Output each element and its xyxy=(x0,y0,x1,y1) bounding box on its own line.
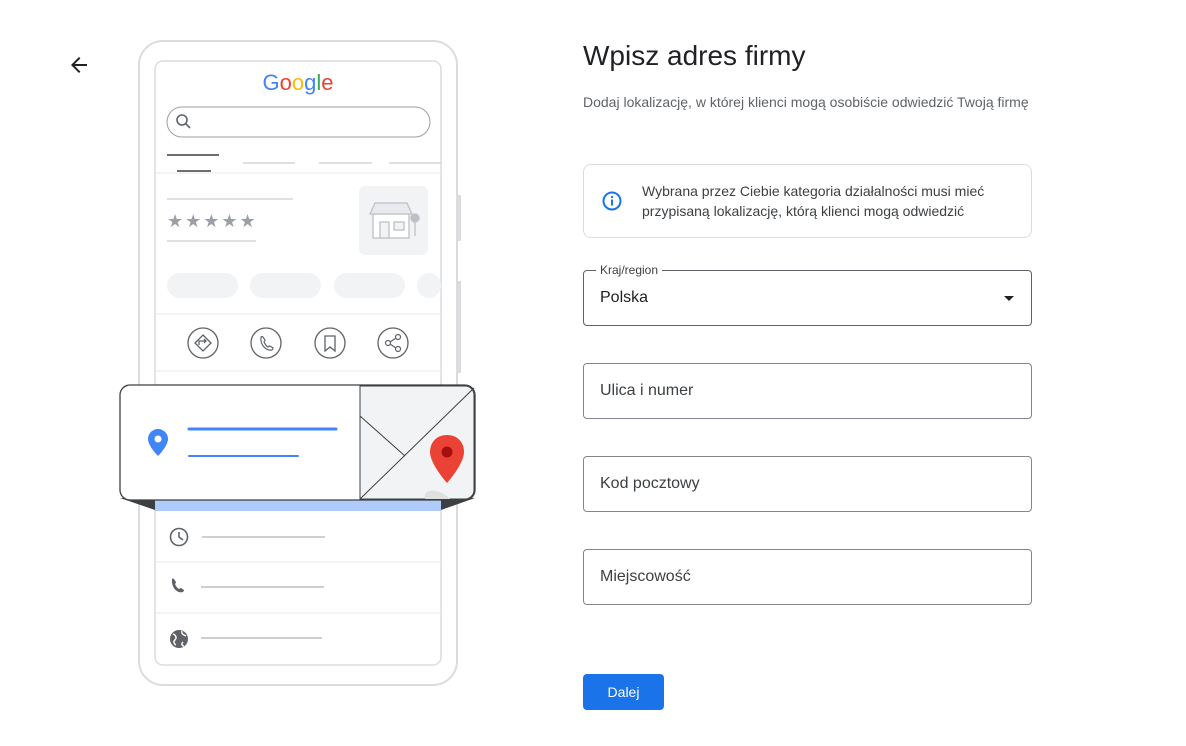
search-bar xyxy=(166,106,431,138)
info-banner: Wybrana przez Ciebie kategoria działalno… xyxy=(583,164,1032,238)
globe-icon xyxy=(170,630,188,648)
rating-stars: ★★★★★ xyxy=(167,211,258,232)
phone-screen xyxy=(154,60,442,666)
google-logo: Google xyxy=(262,70,333,95)
phone-side-button xyxy=(457,195,461,241)
back-button[interactable] xyxy=(64,50,94,80)
street-input[interactable] xyxy=(584,364,1031,418)
page-subtitle: Dodaj lokalizację, w której klienci mogą… xyxy=(583,94,1029,110)
country-select-value: Polska xyxy=(600,289,649,306)
google-logo-letter: o xyxy=(280,70,292,95)
page-title: Wpisz adres firmy xyxy=(583,40,806,71)
city-input[interactable] xyxy=(584,550,1031,604)
google-logo-letter: e xyxy=(321,70,333,95)
dropdown-arrow-icon xyxy=(1004,296,1014,301)
postal-code-input[interactable] xyxy=(584,457,1031,511)
google-logo-letter: g xyxy=(304,70,316,95)
arrow-back-icon xyxy=(71,57,87,73)
google-logo-letter: o xyxy=(292,70,304,95)
next-button[interactable]: Dalej xyxy=(583,674,664,710)
postal-code-field[interactable]: Kod pocztowy xyxy=(583,456,1032,512)
info-icon xyxy=(602,191,622,211)
business-profile-illustration: Google ★★★★★ xyxy=(119,40,476,686)
chip xyxy=(417,273,441,298)
phone-side-button xyxy=(457,281,461,373)
city-field[interactable]: Miejscowość xyxy=(583,549,1032,605)
info-banner-text: Wybrana przez Ciebie kategoria działalno… xyxy=(642,183,985,219)
chip xyxy=(167,273,238,298)
country-select-label: Kraj/region xyxy=(596,263,663,277)
country-select[interactable]: Kraj/region Polska xyxy=(583,263,1032,326)
street-field[interactable]: Ulica i numer xyxy=(583,363,1032,419)
chip xyxy=(250,273,321,298)
chip xyxy=(334,273,405,298)
google-logo-letter: G xyxy=(262,70,279,95)
